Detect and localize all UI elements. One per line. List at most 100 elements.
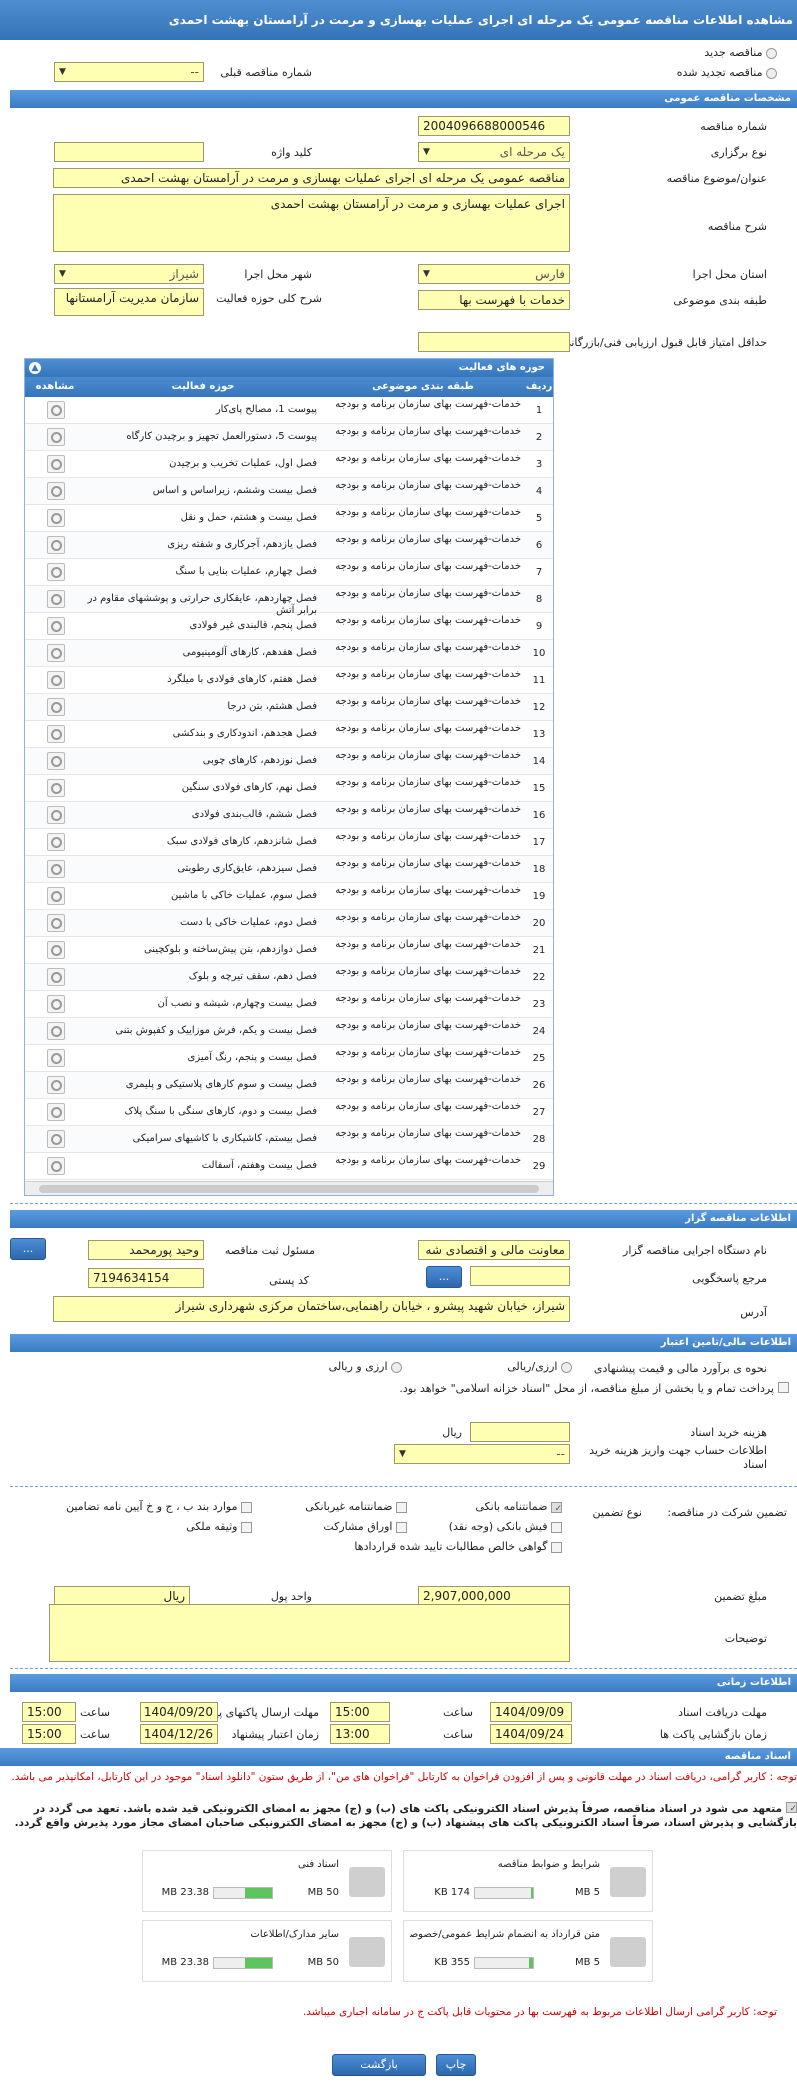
table-row: 20 خدمات-فهرست بهای سازمان برنامه و بودجه… [25, 910, 553, 937]
view-icon[interactable] [47, 1130, 65, 1148]
open-date[interactable]: 1404/09/24 [490, 1724, 572, 1744]
guarantee-option[interactable]: وثیقه ملکی [186, 1520, 252, 1533]
guarantee-checkbox[interactable] [396, 1501, 407, 1513]
view-icon[interactable] [47, 1049, 65, 1067]
view-icon[interactable] [47, 482, 65, 500]
horizontal-scrollbar[interactable] [25, 1181, 553, 1195]
min-score-field[interactable] [418, 332, 570, 352]
renewed-tender-radio[interactable] [766, 67, 777, 79]
view-icon[interactable] [47, 1022, 65, 1040]
file-card[interactable]: سایر مدارک/اطلاعات 50 MB 23.38 MB [142, 1920, 392, 1982]
col-category[interactable]: طبقه بندی موضوعی [321, 377, 525, 397]
guarantee-checkbox[interactable] [551, 1541, 562, 1553]
category-field[interactable]: خدمات با فهرست بها [418, 290, 570, 310]
file-card[interactable]: اسناد فنی 50 MB 23.38 MB [142, 1850, 392, 1912]
view-icon[interactable] [47, 644, 65, 662]
collapse-icon[interactable]: ▲ [29, 362, 41, 374]
view-icon[interactable] [47, 455, 65, 473]
send-deadline-time[interactable]: 15:00 [22, 1702, 76, 1722]
renewed-tender-option[interactable]: مناقصه تجدید شده [577, 66, 777, 79]
officer-field[interactable]: وحید پورمحمد [88, 1240, 204, 1260]
view-icon[interactable] [47, 779, 65, 797]
guarantee-option[interactable]: اوراق مشارکت [323, 1520, 407, 1533]
prev-number-select[interactable]: -- ▼ [54, 62, 204, 82]
guarantee-checkbox[interactable] [551, 1521, 562, 1533]
guarantee-option[interactable]: ضمانتنامه بانکی [475, 1500, 562, 1513]
new-tender-radio[interactable] [766, 47, 777, 59]
guarantee-option[interactable]: گواهی خالص مطالبات تایید شده قراردادها [354, 1540, 562, 1553]
view-icon[interactable] [47, 1157, 65, 1175]
view-icon[interactable] [47, 752, 65, 770]
view-icon[interactable] [47, 995, 65, 1013]
guarantee-checkbox[interactable] [551, 1501, 562, 1513]
back-button[interactable]: بازگشت [332, 2054, 426, 2076]
guarantee-option[interactable]: موارد بند ب ، ج و خ آیین نامه تضامین [66, 1500, 252, 1513]
chevron-down-icon: ▼ [423, 269, 430, 279]
view-icon[interactable] [47, 941, 65, 959]
view-icon[interactable] [47, 563, 65, 581]
commit-checkbox[interactable] [786, 1802, 797, 1813]
tender-number-field[interactable]: 2004096688000546 [418, 116, 570, 136]
print-button[interactable]: چاپ [436, 2054, 476, 2076]
view-icon[interactable] [47, 536, 65, 554]
scrollbar-thumb[interactable] [39, 1185, 539, 1193]
file-card[interactable]: شرایط و ضوابط مناقصه 5 MB 174 KB [403, 1850, 653, 1912]
guarantee-checkbox[interactable] [241, 1521, 252, 1533]
file-card[interactable]: متن قرارداد به انضمام شرایط عمومی/خصوصی 5… [403, 1920, 653, 1982]
view-icon[interactable] [47, 509, 65, 527]
account-select[interactable]: -- ▼ [394, 1444, 570, 1464]
estimate-opt1[interactable]: ارزی/ریالی [507, 1360, 572, 1373]
view-icon[interactable] [47, 401, 65, 419]
view-icon[interactable] [47, 914, 65, 932]
open-time[interactable]: 13:00 [330, 1724, 390, 1744]
estimate-opt2-radio[interactable] [391, 1361, 402, 1373]
view-icon[interactable] [47, 428, 65, 446]
guarantee-checkbox[interactable] [241, 1501, 252, 1513]
doc-fee-field[interactable] [470, 1422, 570, 1442]
validity-date[interactable]: 1404/12/26 [140, 1724, 218, 1744]
guarantee-option[interactable]: ضمانتنامه غیربانکی [305, 1500, 407, 1513]
keyword-field[interactable] [54, 142, 204, 162]
estimate-opt2[interactable]: ارزی و ریالی [329, 1360, 402, 1373]
view-icon[interactable] [47, 698, 65, 716]
doc-deadline-time[interactable]: 15:00 [330, 1702, 390, 1722]
view-icon[interactable] [47, 887, 65, 905]
col-view[interactable]: مشاهده [25, 377, 85, 397]
address-field[interactable]: شیراز، خیابان شهید پیشرو ، خیابان راهنما… [53, 1296, 570, 1322]
city-select[interactable]: شیراز ▼ [54, 264, 204, 284]
doc-deadline-date[interactable]: 1404/09/09 [490, 1702, 572, 1722]
col-activity[interactable]: حوزه فعالیت [85, 377, 321, 397]
treasury-checkbox[interactable] [778, 1382, 789, 1393]
view-icon[interactable] [47, 671, 65, 689]
org-field[interactable]: معاونت مالی و اقتصادی شه [418, 1240, 570, 1260]
estimate-opt1-radio[interactable] [561, 1361, 572, 1373]
subject-field[interactable]: مناقصه عمومی یک مرحله ای اجرای عملیات به… [53, 168, 570, 188]
amount-field[interactable]: 2,907,000,000 [418, 1586, 570, 1606]
currency-field[interactable]: ریال [54, 1586, 190, 1606]
new-tender-option[interactable]: مناقصه جدید [577, 46, 777, 59]
send-deadline-date[interactable]: 1404/09/20 [140, 1702, 218, 1722]
view-icon[interactable] [47, 590, 65, 608]
view-icon[interactable] [47, 860, 65, 878]
view-icon[interactable] [47, 1076, 65, 1094]
officer-more-button[interactable]: ... [10, 1238, 46, 1260]
postal-field[interactable]: 7194634154 [88, 1268, 204, 1288]
notes-field[interactable] [49, 1604, 570, 1662]
ref-more-button[interactable]: ... [426, 1266, 462, 1288]
col-row[interactable]: ردیف [525, 377, 553, 397]
view-icon[interactable] [47, 617, 65, 635]
activity-desc-field[interactable]: سازمان مدیریت آرامستانها [54, 288, 204, 316]
view-icon[interactable] [47, 725, 65, 743]
validity-time[interactable]: 15:00 [22, 1724, 76, 1744]
description-field[interactable]: اجرای عملیات بهسازی و مرمت در آرامستان ب… [53, 194, 570, 252]
view-icon[interactable] [47, 833, 65, 851]
type-select[interactable]: یک مرحله ای ▼ [418, 142, 570, 162]
view-icon[interactable] [47, 968, 65, 986]
guarantee-checkbox[interactable] [396, 1521, 407, 1533]
province-select[interactable]: فارس ▼ [418, 264, 570, 284]
ref-field[interactable] [470, 1266, 570, 1286]
view-icon[interactable] [47, 1103, 65, 1121]
view-icon[interactable] [47, 806, 65, 824]
treasury-option[interactable]: پرداخت تمام و یا بخشی از مبلغ مناقصه، از… [9, 1382, 789, 1396]
guarantee-option[interactable]: فیش بانکی (وجه نقد) [449, 1520, 562, 1533]
